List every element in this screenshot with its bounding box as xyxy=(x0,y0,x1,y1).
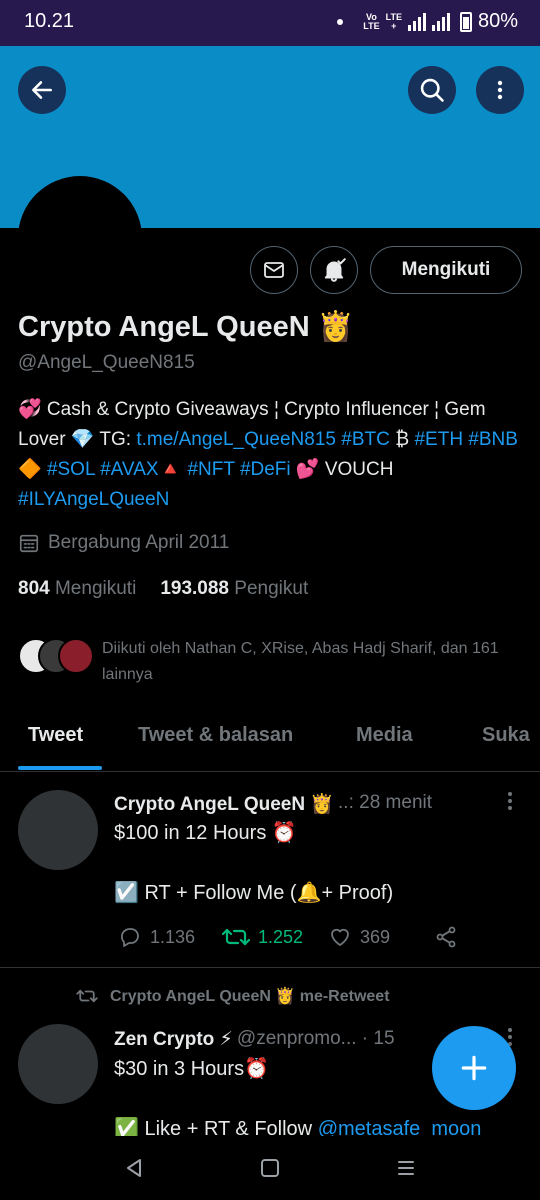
more-vertical-icon xyxy=(497,80,503,100)
tab-tweet-replies[interactable]: Tweet & balasan xyxy=(138,724,293,747)
profile-name: Crypto AngeL QueeN 👸 xyxy=(18,311,354,343)
active-tab-indicator xyxy=(18,766,102,770)
retweet-icon xyxy=(222,928,250,946)
share-icon xyxy=(436,926,456,948)
profile-handle: @AngeL_QueeN815 xyxy=(18,352,195,373)
retweeted-by: Crypto AngeL QueeN 👸 me-Retweet xyxy=(76,986,390,1006)
hashtag-btc[interactable]: #BTC xyxy=(341,429,390,450)
retweet-icon xyxy=(76,989,98,1003)
tweet-handle-time: @zenpromo... · 15 xyxy=(236,1028,395,1049)
battery-icon xyxy=(459,11,472,32)
tweet-author[interactable]: Crypto AngeL QueeN 👸 xyxy=(114,792,334,816)
compose-tweet-button[interactable] xyxy=(432,1026,516,1110)
status-bar: 10.21 Vo LTE LTE + 80% xyxy=(0,0,540,46)
tweet-time: ..: 28 menit xyxy=(338,792,433,813)
search-button[interactable] xyxy=(408,66,456,114)
tweet-more-button[interactable] xyxy=(500,792,520,810)
like-icon xyxy=(331,928,349,946)
bio-telegram-link[interactable]: t.me/AngeL_QueeN815 xyxy=(136,429,336,450)
profile-bio: 💞 Cash & Crypto Giveaways ¦ Crypto Influ… xyxy=(18,399,518,510)
tweet-text: $100 in 12 Hours ⏰ ☑️ RT + Follow Me (🔔+… xyxy=(114,822,394,904)
mention-link[interactable]: @metasafe_moon xyxy=(318,1118,482,1136)
followed-by-text: Diikuti oleh Nathan C, XRise, Abas Hadj … xyxy=(102,640,499,683)
tab-likes[interactable]: Suka xyxy=(482,724,530,747)
hashtag-nft[interactable]: #NFT xyxy=(187,459,234,480)
tweet-avatar[interactable] xyxy=(18,790,98,870)
tab-media[interactable]: Media xyxy=(356,724,413,747)
hashtag-eth-bnb[interactable]: #ETH #BNB xyxy=(414,429,517,450)
profile-avatar[interactable] xyxy=(18,176,142,300)
menu-lines-icon xyxy=(398,1161,414,1175)
following-stat[interactable]: 804 Mengikuti xyxy=(18,578,136,600)
system-nav-bar xyxy=(0,1136,540,1200)
calendar-icon xyxy=(19,534,39,553)
hashtag-sol-avax[interactable]: #SOL #AVAX xyxy=(47,459,159,480)
tweet-avatar[interactable] xyxy=(18,1024,98,1104)
followers-avatars xyxy=(18,636,94,676)
notification-dot-icon xyxy=(337,18,344,25)
signal-2-icon xyxy=(431,12,450,31)
nav-back-button[interactable] xyxy=(122,1156,146,1180)
profile-tabs: Tweet Tweet & balasan Media Suka xyxy=(0,710,540,772)
tweet-header: Zen Crypto ⚡ @zenpromo... · 15 xyxy=(114,1028,395,1051)
follow-stats: 804 Mengikuti 193.088 Pengikut xyxy=(18,578,308,600)
mail-icon xyxy=(264,262,284,278)
battery-percent: 80% xyxy=(477,10,518,32)
nav-home-button[interactable] xyxy=(258,1156,282,1180)
signal-icon xyxy=(407,12,426,31)
following-button[interactable]: Mengikuti xyxy=(370,246,522,294)
back-arrow-icon xyxy=(32,81,52,99)
tweet-author[interactable]: Zen Crypto ⚡ xyxy=(114,1028,233,1051)
followers-stat[interactable]: 193.088 Pengikut xyxy=(160,578,308,600)
reply-button[interactable]: 1.136 xyxy=(118,925,195,949)
reply-icon xyxy=(121,928,139,947)
message-button[interactable] xyxy=(250,246,298,294)
share-button[interactable] xyxy=(434,925,458,949)
bell-icon xyxy=(324,258,346,282)
notify-button[interactable] xyxy=(310,246,358,294)
follower-avatar xyxy=(58,638,94,674)
hashtag-ilyangelqueen[interactable]: #ILYAngeLQueeN xyxy=(18,489,169,510)
lte-icon: LTE + xyxy=(385,11,402,31)
hashtag-defi[interactable]: #DeFi xyxy=(240,459,291,480)
tweet-header: Crypto AngeL QueeN 👸 ..: 28 menit xyxy=(114,792,432,816)
tweet-actions: 1.136 1.252 369 xyxy=(114,925,524,951)
back-button[interactable] xyxy=(18,66,66,114)
joined-date: Bergabung April 2011 xyxy=(18,532,229,554)
tweet-divider xyxy=(0,967,540,968)
retweet-button[interactable]: 1.252 xyxy=(222,925,303,949)
search-icon xyxy=(420,78,444,102)
plus-icon xyxy=(461,1055,487,1081)
triangle-back-icon xyxy=(127,1159,141,1177)
status-icons: Vo LTE LTE + 80% xyxy=(337,10,518,33)
square-home-icon xyxy=(261,1159,279,1177)
like-button[interactable]: 369 xyxy=(328,925,390,949)
tweet-text: $30 in 3 Hours⏰ ✅ Like + RT & Follow @me… xyxy=(114,1054,481,1136)
followed-by[interactable]: Diikuti oleh Nathan C, XRise, Abas Hadj … xyxy=(18,636,522,688)
more-options-button[interactable] xyxy=(476,66,524,114)
volte-icon: Vo LTE xyxy=(363,11,380,31)
tab-tweet[interactable]: Tweet xyxy=(28,724,83,747)
status-time: 10.21 xyxy=(24,10,75,32)
nav-menu-button[interactable] xyxy=(394,1156,418,1180)
